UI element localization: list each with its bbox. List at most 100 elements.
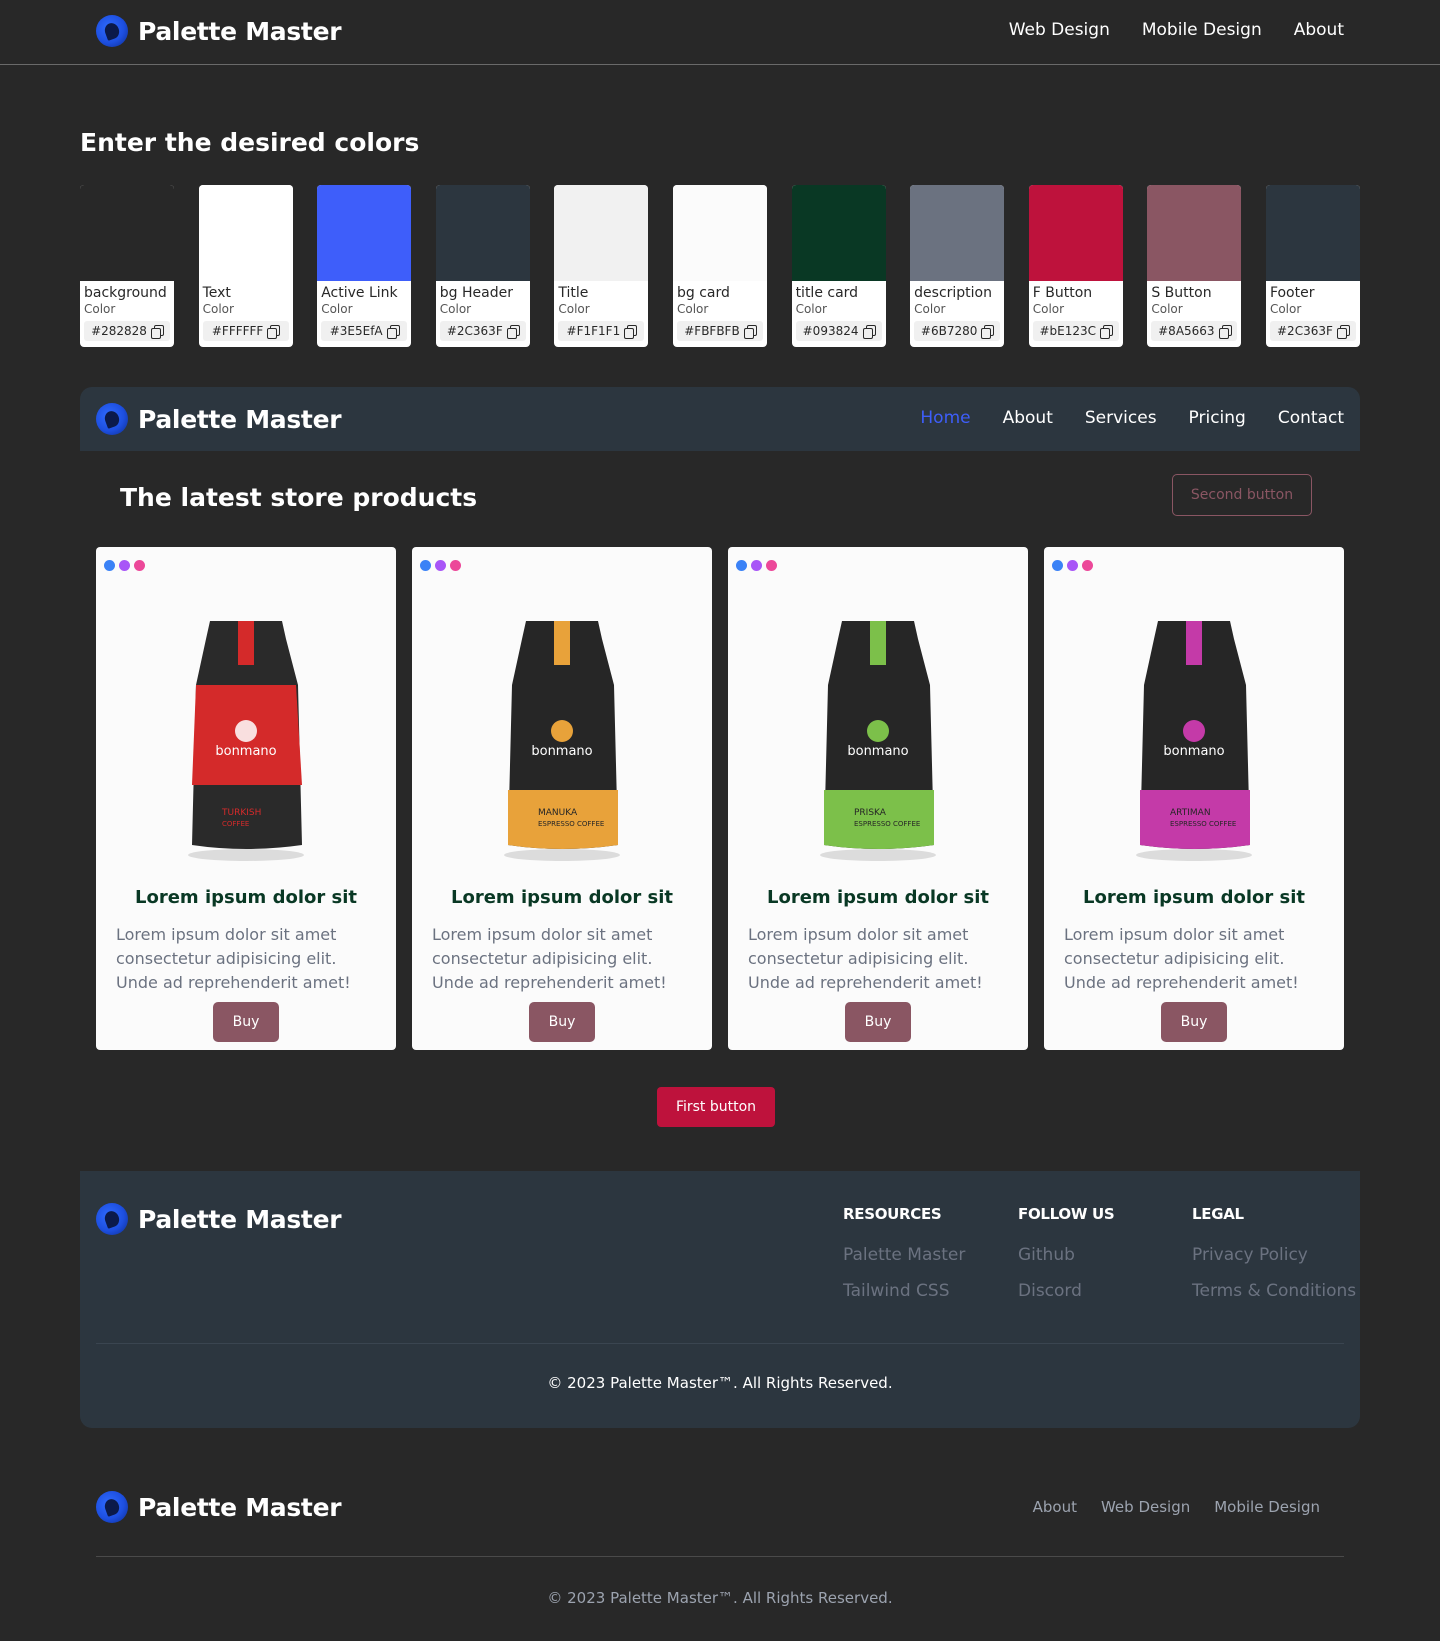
- footer-column-resources: RESOURCES Palette Master Tailwind CSS: [843, 1205, 965, 1301]
- second-button[interactable]: Second button: [1172, 474, 1312, 516]
- color-chip[interactable]: [672, 185, 767, 281]
- swatch-s-button[interactable]: S Button Color #8A5663: [1147, 185, 1242, 347]
- footer-link-tailwind-css[interactable]: Tailwind CSS: [843, 1281, 965, 1301]
- color-chip[interactable]: [791, 185, 886, 281]
- brand-logo[interactable]: Palette Master: [96, 15, 342, 47]
- site-footer-link-web-design[interactable]: Web Design: [1101, 1498, 1190, 1516]
- swatch-f-button[interactable]: F Button Color #bE123C: [1028, 185, 1123, 347]
- preview-copyright: © 2023 Palette Master™. All Rights Reser…: [547, 1374, 893, 1392]
- nav-link-mobile-design[interactable]: Mobile Design: [1142, 20, 1262, 40]
- color-chip[interactable]: [1265, 185, 1360, 281]
- swatch-text[interactable]: Text Color #FFFFFF: [198, 185, 293, 347]
- color-chip[interactable]: [1028, 185, 1123, 281]
- hex-copy-button[interactable]: #F1F1F1: [558, 321, 645, 341]
- swatch-name: background: [84, 285, 167, 301]
- nav-link-about[interactable]: About: [1294, 20, 1344, 40]
- site-footer-link-mobile-design[interactable]: Mobile Design: [1214, 1498, 1320, 1516]
- bag-brand: bonmano: [1163, 744, 1224, 759]
- preview-nav-home[interactable]: Home: [920, 408, 970, 428]
- window-dots: [1052, 560, 1093, 571]
- card-title: Lorem ipsum dolor sit: [451, 887, 673, 908]
- brand-name: Palette Master: [138, 1204, 342, 1234]
- nav-link-web-design[interactable]: Web Design: [1009, 20, 1110, 40]
- buy-button[interactable]: Buy: [845, 1002, 911, 1042]
- card-title: Lorem ipsum dolor sit: [135, 887, 357, 908]
- swatch-name: description: [914, 285, 992, 301]
- bag-accent-strip: [1186, 621, 1202, 665]
- preview-footer: Palette Master RESOURCES Palette Master …: [80, 1171, 1360, 1428]
- swatch-sub: Color: [1269, 302, 1302, 316]
- first-button[interactable]: First button: [657, 1087, 775, 1127]
- hex-copy-button[interactable]: #8A5663: [1151, 321, 1238, 341]
- color-chip[interactable]: [1147, 185, 1242, 281]
- color-chip[interactable]: [910, 185, 1005, 281]
- swatch-title[interactable]: Title Color #F1F1F1: [554, 185, 649, 347]
- swatch-description[interactable]: description Color #6B7280: [910, 185, 1005, 347]
- color-chip[interactable]: [198, 185, 293, 281]
- swatch-bg-header[interactable]: bg Header Color #2C363F: [435, 185, 530, 347]
- hex-value: #3E5EfA: [329, 324, 383, 338]
- preview-brand-logo[interactable]: Palette Master: [96, 403, 342, 435]
- copy-icon: [862, 324, 876, 339]
- preview-nav-about[interactable]: About: [1003, 408, 1053, 428]
- top-nav: Palette Master Web Design Mobile Design …: [0, 0, 1440, 65]
- bag-accent-strip: [238, 621, 254, 665]
- color-chip[interactable]: [317, 185, 412, 281]
- hex-copy-button[interactable]: #6B7280: [914, 321, 1001, 341]
- bag-label-1: MANUKA: [538, 808, 578, 818]
- footer-link-palette-master[interactable]: Palette Master: [843, 1245, 965, 1265]
- footer-column-legal: LEGAL Privacy Policy Terms & Conditions: [1192, 1205, 1356, 1301]
- preview-nav-services[interactable]: Services: [1085, 408, 1157, 428]
- hex-copy-button[interactable]: #3E5EfA: [321, 321, 408, 341]
- card-description: Lorem ipsum dolor sit amet consectetur a…: [432, 925, 667, 992]
- footer-column-follow-us: FOLLOW US Github Discord: [1018, 1205, 1115, 1301]
- bag-label-2: ESPRESSO COFFEE: [538, 820, 604, 828]
- product-card: bonmano PRISKA ESPRESSO COFFEE Lorem ips…: [728, 547, 1028, 1050]
- preview-nav-pricing[interactable]: Pricing: [1189, 408, 1246, 428]
- color-chip[interactable]: [554, 185, 649, 281]
- buy-button[interactable]: Buy: [529, 1002, 595, 1042]
- swatch-name: S Button: [1151, 285, 1212, 301]
- preview-nav-contact[interactable]: Contact: [1278, 408, 1344, 428]
- swatch-name: F Button: [1032, 285, 1093, 301]
- hex-copy-button[interactable]: #2C363F: [1269, 321, 1356, 341]
- hex-copy-button[interactable]: #bE123C: [1032, 321, 1119, 341]
- bag-label-2: COFFEE: [222, 820, 249, 828]
- hex-copy-button[interactable]: #093824: [795, 321, 882, 341]
- swatch-background[interactable]: background Color #282828: [80, 185, 174, 347]
- product-card: bonmano TURKISH COFFEE Lorem ipsum dolor…: [96, 547, 396, 1050]
- swatch-title-card[interactable]: title card Color #093824: [791, 185, 886, 347]
- footer-brand-logo[interactable]: Palette Master: [96, 1203, 342, 1235]
- hex-copy-button[interactable]: #FBFBFB: [676, 321, 763, 341]
- dot-pink-icon: [1082, 560, 1093, 571]
- bag-label-1: ARTIMAN: [1170, 808, 1211, 818]
- swatch-bg-card[interactable]: bg card Color #FBFBFB: [672, 185, 767, 347]
- bag-accent-strip: [870, 621, 886, 665]
- footer-link-privacy-policy[interactable]: Privacy Policy: [1192, 1245, 1356, 1265]
- buy-button[interactable]: Buy: [213, 1002, 279, 1042]
- swatch-active-link[interactable]: Active Link Color #3E5EfA: [317, 185, 412, 347]
- hex-copy-button[interactable]: #2C363F: [439, 321, 526, 341]
- copy-icon: [267, 324, 281, 339]
- swatch-sub: Color: [1032, 302, 1065, 316]
- footer-link-github[interactable]: Github: [1018, 1245, 1114, 1265]
- footer-link-terms[interactable]: Terms & Conditions: [1192, 1281, 1356, 1301]
- buy-button[interactable]: Buy: [1161, 1002, 1227, 1042]
- swatch-sub: Color: [1151, 302, 1183, 316]
- hex-value: #F1F1F1: [566, 324, 621, 338]
- site-footer-logo[interactable]: Palette Master: [96, 1491, 342, 1523]
- site-footer-link-about[interactable]: About: [1033, 1498, 1077, 1516]
- swatch-footer[interactable]: Footer Color #2C363F: [1265, 185, 1360, 347]
- top-nav-links: Web Design Mobile Design About: [1009, 20, 1344, 40]
- brand-name: Palette Master: [138, 16, 342, 46]
- color-chip[interactable]: [435, 185, 530, 281]
- hex-copy-button[interactable]: #FFFFFF: [202, 321, 289, 341]
- color-swatches: background Color #282828 Text Color #FFF…: [80, 185, 1360, 347]
- swatch-name: Active Link: [321, 285, 398, 301]
- copy-icon: [1336, 324, 1350, 339]
- bag-brand: bonmano: [847, 744, 908, 759]
- footer-link-discord[interactable]: Discord: [1018, 1281, 1114, 1301]
- hex-copy-button[interactable]: #282828: [84, 321, 170, 341]
- color-chip[interactable]: [80, 185, 174, 281]
- copy-icon: [981, 324, 995, 339]
